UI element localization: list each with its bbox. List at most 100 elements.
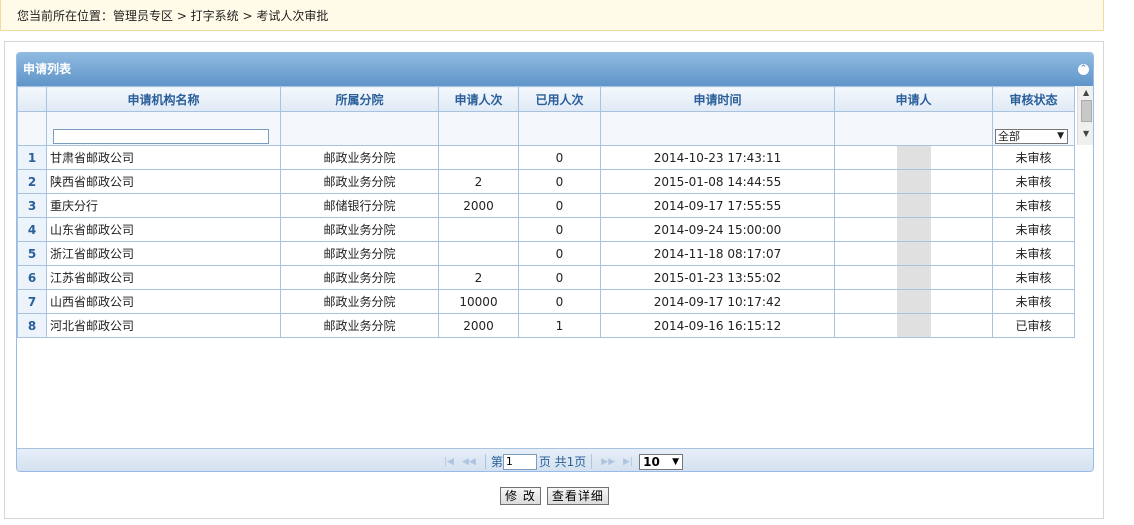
action-buttons: 修 改 查看详细	[500, 487, 609, 505]
cell-status: 未审核	[992, 265, 1075, 290]
cell-status: 未审核	[992, 289, 1075, 314]
cell-time: 2014-09-17 17:55:55	[600, 193, 835, 218]
cell-branch: 邮政业务分院	[280, 145, 439, 170]
panel-title: 申请列表	[23, 62, 72, 76]
col-header-applied[interactable]: 申请人次	[438, 86, 519, 112]
table-row[interactable]: 5 浙江省邮政公司 邮政业务分院 0 2014-11-18 08:17:07 未审核	[17, 241, 1075, 266]
cell-status: 未审核	[992, 169, 1075, 194]
cell-org: 河北省邮政公司	[46, 313, 281, 338]
col-header-branch[interactable]: 所属分院	[280, 86, 439, 112]
scroll-thumb[interactable]	[1081, 100, 1092, 122]
dropdown-arrow-icon: ▼	[672, 456, 680, 467]
cell-used: 0	[518, 169, 601, 194]
application-list-panel: 申请列表 ⌃ 申请机构名称 所属分院 申请人次 已用人次 申请时间 申请人 审核…	[16, 52, 1094, 472]
redacted-applicant	[896, 290, 931, 313]
cell-applicant	[834, 193, 993, 218]
cell-applied	[438, 241, 519, 266]
cell-used: 0	[518, 241, 601, 266]
collapse-icon[interactable]: ⌃	[1078, 64, 1089, 75]
table-row[interactable]: 1 甘肃省邮政公司 邮政业务分院 0 2014-10-23 17:43:11 未审核	[17, 145, 1075, 170]
cell-applicant	[834, 217, 993, 242]
dropdown-arrow-icon: ▼	[1057, 131, 1064, 141]
cell-applied: 10000	[438, 289, 519, 314]
redacted-applicant	[896, 146, 931, 169]
last-page-icon[interactable]: ▶|	[623, 457, 633, 467]
cell-applied	[438, 217, 519, 242]
table-row[interactable]: 4 山东省邮政公司 邮政业务分院 0 2014-09-24 15:00:00 未审核	[17, 217, 1075, 242]
redacted-applicant	[896, 242, 931, 265]
cell-used: 0	[518, 193, 601, 218]
grid-body: 1 甘肃省邮政公司 邮政业务分院 0 2014-10-23 17:43:11 未审核 2 陕西…	[17, 145, 1075, 338]
col-header-time[interactable]: 申请时间	[600, 86, 835, 112]
prev-page-icon[interactable]: ◀◀	[462, 457, 476, 467]
cell-applicant	[834, 313, 993, 338]
table-row[interactable]: 8 河北省邮政公司 邮政业务分院 2000 1 2014-09-16 16:15:12 已审…	[17, 313, 1075, 338]
cell-branch: 邮政业务分院	[280, 241, 439, 266]
cell-branch: 邮政业务分院	[280, 217, 439, 242]
cell-time: 2014-09-24 15:00:00	[600, 217, 835, 242]
grid-header-row: 申请机构名称 所属分院 申请人次 已用人次 申请时间 申请人 审核状态	[17, 86, 1075, 112]
cell-org: 山西省邮政公司	[46, 289, 281, 314]
col-header-org[interactable]: 申请机构名称	[46, 86, 281, 112]
first-page-icon[interactable]: |◀	[444, 457, 454, 467]
edit-button[interactable]: 修 改	[500, 487, 541, 505]
page-size-select[interactable]: 10 ▼	[639, 453, 684, 470]
cell-applied: 2000	[438, 193, 519, 218]
grid-header-scrollbar[interactable]: ▲ ▼	[1077, 86, 1093, 145]
cell-status: 未审核	[992, 193, 1075, 218]
status-filter-value: 全部	[998, 130, 1020, 143]
page-prefix: 第	[490, 455, 503, 469]
row-number: 4	[17, 217, 47, 242]
cell-branch: 邮政业务分院	[280, 289, 439, 314]
row-number: 2	[17, 169, 47, 194]
cell-status: 未审核	[992, 217, 1075, 242]
scroll-down-icon[interactable]: ▼	[1083, 129, 1089, 138]
cell-applicant	[834, 265, 993, 290]
row-number: 6	[17, 265, 47, 290]
col-header-applicant[interactable]: 申请人	[834, 86, 993, 112]
cell-branch: 邮储银行分院	[280, 193, 439, 218]
cell-time: 2014-09-17 10:17:42	[600, 289, 835, 314]
data-grid: 申请机构名称 所属分院 申请人次 已用人次 申请时间 申请人 审核状态 全部 ▼…	[17, 86, 1093, 448]
cell-branch: 邮政业务分院	[280, 169, 439, 194]
cell-status: 未审核	[992, 241, 1075, 266]
col-header-used[interactable]: 已用人次	[518, 86, 601, 112]
scroll-up-icon[interactable]: ▲	[1083, 88, 1089, 97]
redacted-applicant	[896, 266, 931, 289]
table-row[interactable]: 7 山西省邮政公司 邮政业务分院 10000 0 2014-09-17 10:17:42 未…	[17, 289, 1075, 314]
pagination-bar: |◀ ◀◀ 第 页 共1页 ▶▶ ▶| 10 ▼	[17, 448, 1093, 471]
cell-status: 已审核	[992, 313, 1075, 338]
col-header-rownum	[17, 86, 47, 112]
content-frame: 申请列表 ⌃ 申请机构名称 所属分院 申请人次 已用人次 申请时间 申请人 审核…	[4, 41, 1104, 519]
cell-time: 2014-10-23 17:43:11	[600, 145, 835, 170]
row-number: 3	[17, 193, 47, 218]
table-row[interactable]: 6 江苏省邮政公司 邮政业务分院 2 0 2015-01-23 13:55:02 未审核	[17, 265, 1075, 290]
page-suffix: 页 共1页	[538, 455, 587, 469]
cell-applied: 2000	[438, 313, 519, 338]
cell-applied: 2	[438, 265, 519, 290]
cell-used: 0	[518, 145, 601, 170]
redacted-applicant	[896, 314, 931, 337]
cell-branch: 邮政业务分院	[280, 265, 439, 290]
org-filter-input[interactable]	[53, 129, 269, 144]
row-number: 8	[17, 313, 47, 338]
redacted-applicant	[896, 218, 931, 241]
cell-time: 2014-11-18 08:17:07	[600, 241, 835, 266]
cell-org: 甘肃省邮政公司	[46, 145, 281, 170]
cell-applicant	[834, 241, 993, 266]
cell-used: 0	[518, 265, 601, 290]
status-filter-select[interactable]: 全部 ▼	[995, 129, 1068, 144]
table-row[interactable]: 2 陕西省邮政公司 邮政业务分院 2 0 2015-01-08 14:44:55 未审核	[17, 169, 1075, 194]
col-header-status[interactable]: 审核状态	[992, 86, 1075, 112]
row-number: 5	[17, 241, 47, 266]
next-page-icon[interactable]: ▶▶	[601, 457, 615, 467]
page-number-input[interactable]	[502, 453, 537, 470]
cell-applied	[438, 145, 519, 170]
row-number: 7	[17, 289, 47, 314]
view-detail-button[interactable]: 查看详细	[546, 487, 609, 505]
row-number: 1	[17, 145, 47, 170]
table-row[interactable]: 3 重庆分行 邮储银行分院 2000 0 2014-09-17 17:55:55 未审核	[17, 193, 1075, 218]
redacted-applicant	[896, 194, 931, 217]
cell-org: 陕西省邮政公司	[46, 169, 281, 194]
grid-table: 申请机构名称 所属分院 申请人次 已用人次 申请时间 申请人 审核状态 全部 ▼…	[17, 86, 1075, 338]
